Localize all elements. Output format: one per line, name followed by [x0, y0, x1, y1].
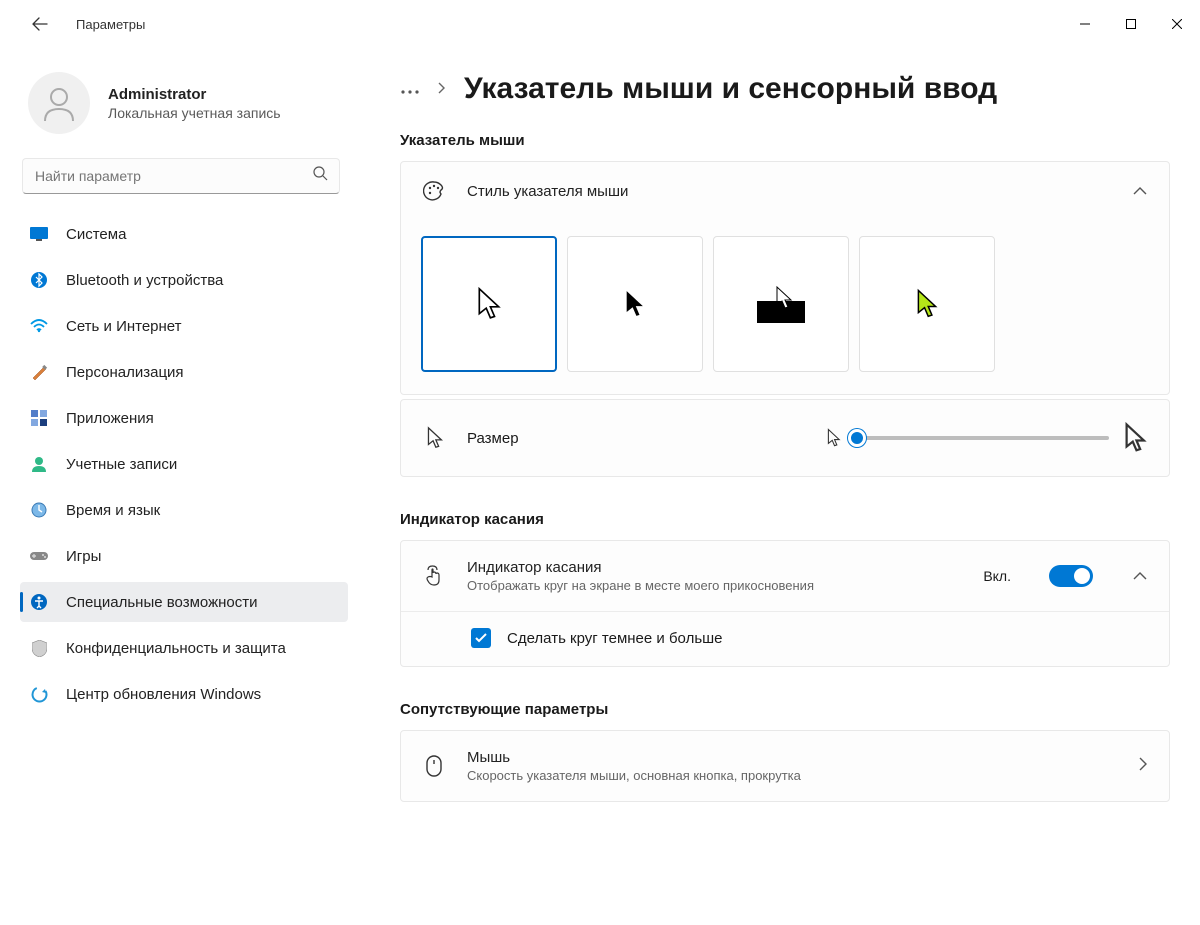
chevron-right-icon	[438, 82, 446, 97]
pointer-style-card: Стиль указателя мыши	[400, 161, 1170, 395]
pointer-size-card: Размер	[400, 399, 1170, 477]
darker-circle-checkbox[interactable]	[471, 628, 491, 648]
search-input[interactable]	[22, 158, 340, 194]
touch-indicator-title: Индикатор касания	[467, 559, 814, 576]
breadcrumb-more-button[interactable]	[400, 78, 420, 101]
maximize-button[interactable]	[1108, 8, 1154, 40]
slider-thumb[interactable]	[848, 429, 866, 447]
pointer-style-title: Стиль указателя мыши	[467, 183, 628, 200]
nav-item-personalization[interactable]: Персонализация	[20, 352, 348, 392]
size-label: Размер	[467, 430, 519, 447]
update-icon	[30, 685, 48, 703]
avatar	[28, 72, 90, 134]
sidebar: Administrator Локальная учетная запись С…	[0, 48, 360, 925]
related-mouse-card[interactable]: Мышь Скорость указателя мыши, основная к…	[400, 730, 1170, 802]
window-controls	[1062, 8, 1200, 40]
touch-darker-option: Сделать круг темнее и больше	[401, 611, 1169, 666]
user-name: Administrator	[108, 86, 281, 103]
nav-label: Сеть и Интернет	[66, 318, 182, 335]
search-box	[22, 158, 340, 194]
nav-label: Система	[66, 226, 126, 243]
nav-label: Персонализация	[66, 364, 184, 381]
accessibility-icon	[30, 593, 48, 611]
pointer-style-header[interactable]: Стиль указателя мыши	[401, 162, 1169, 220]
bluetooth-icon	[30, 271, 48, 289]
touch-indicator-header[interactable]: Индикатор касания Отображать круг на экр…	[401, 541, 1169, 611]
pointer-style-custom[interactable]	[859, 236, 995, 372]
nav-item-windows-update[interactable]: Центр обновления Windows	[20, 674, 348, 714]
nav-label: Время и язык	[66, 502, 160, 519]
pointer-style-black[interactable]	[567, 236, 703, 372]
clock-globe-icon	[30, 501, 48, 519]
gaming-icon	[30, 547, 48, 565]
nav-item-privacy[interactable]: Конфиденциальность и защита	[20, 628, 348, 668]
nav-label: Игры	[66, 548, 101, 565]
palette-icon	[423, 180, 445, 202]
ellipsis-icon	[400, 89, 420, 95]
apps-icon	[30, 409, 48, 427]
pointer-section-heading: Указатель мыши	[400, 132, 1170, 149]
pointer-style-inverted[interactable]	[713, 236, 849, 372]
cursor-inverted-icon	[751, 281, 811, 327]
nav-item-accessibility[interactable]: Специальные возможности	[20, 582, 348, 622]
pointer-style-white[interactable]	[421, 236, 557, 372]
nav-list: Система Bluetooth и устройства Сеть и Ин…	[20, 214, 348, 714]
touch-icon	[423, 565, 445, 587]
back-button[interactable]	[20, 4, 60, 44]
nav-item-gaming[interactable]: Игры	[20, 536, 348, 576]
cursor-small-icon	[825, 428, 841, 448]
user-tile[interactable]: Administrator Локальная учетная запись	[28, 72, 348, 134]
cursor-custom-icon	[914, 288, 940, 320]
nav-label: Конфиденциальность и защита	[66, 640, 286, 657]
related-mouse-title: Мышь	[467, 749, 801, 766]
page-title: Указатель мыши и сенсорный ввод	[464, 72, 997, 106]
cursor-black-icon	[622, 288, 648, 320]
cursor-size-slider-group	[825, 422, 1147, 454]
cursor-large-icon	[1121, 422, 1147, 454]
nav-item-apps[interactable]: Приложения	[20, 398, 348, 438]
titlebar: Параметры	[0, 0, 1200, 48]
back-arrow-icon	[32, 16, 48, 32]
mouse-icon	[423, 755, 445, 777]
shield-icon	[30, 639, 48, 657]
touch-indicator-toggle[interactable]	[1049, 565, 1093, 587]
minimize-button[interactable]	[1062, 8, 1108, 40]
cursor-white-icon	[474, 286, 504, 322]
display-icon	[30, 225, 48, 243]
paintbrush-icon	[30, 363, 48, 381]
main-content: Указатель мыши и сенсорный ввод Указател…	[360, 48, 1200, 925]
checkmark-icon	[475, 633, 487, 643]
person-icon	[39, 83, 79, 123]
pointer-style-options	[401, 220, 1169, 394]
search-icon	[313, 166, 328, 186]
nav-item-network[interactable]: Сеть и Интернет	[20, 306, 348, 346]
nav-label: Учетные записи	[66, 456, 177, 473]
cursor-size-slider[interactable]	[853, 436, 1109, 440]
wifi-icon	[30, 317, 48, 335]
touch-indicator-card: Индикатор касания Отображать круг на экр…	[400, 540, 1170, 667]
related-mouse-subtitle: Скорость указателя мыши, основная кнопка…	[467, 768, 801, 783]
nav-item-time-language[interactable]: Время и язык	[20, 490, 348, 530]
nav-label: Bluetooth и устройства	[66, 272, 223, 289]
related-section-heading: Сопутствующие параметры	[400, 701, 1170, 718]
chevron-up-icon	[1133, 567, 1147, 585]
toggle-state-label: Вкл.	[983, 568, 1011, 584]
cursor-outline-icon	[423, 427, 445, 449]
nav-item-system[interactable]: Система	[20, 214, 348, 254]
nav-label: Центр обновления Windows	[66, 686, 261, 703]
user-subtitle: Локальная учетная запись	[108, 105, 281, 121]
breadcrumb: Указатель мыши и сенсорный ввод	[400, 72, 1170, 106]
nav-label: Приложения	[66, 410, 154, 427]
nav-item-bluetooth[interactable]: Bluetooth и устройства	[20, 260, 348, 300]
darker-circle-label: Сделать круг темнее и больше	[507, 630, 723, 647]
chevron-right-icon	[1139, 757, 1147, 776]
window-title: Параметры	[76, 17, 145, 32]
touch-section-heading: Индикатор касания	[400, 511, 1170, 528]
chevron-up-icon	[1133, 182, 1147, 200]
nav-label: Специальные возможности	[66, 594, 258, 611]
touch-indicator-subtitle: Отображать круг на экране в месте моего …	[467, 578, 814, 593]
accounts-icon	[30, 455, 48, 473]
nav-item-accounts[interactable]: Учетные записи	[20, 444, 348, 484]
close-button[interactable]	[1154, 8, 1200, 40]
